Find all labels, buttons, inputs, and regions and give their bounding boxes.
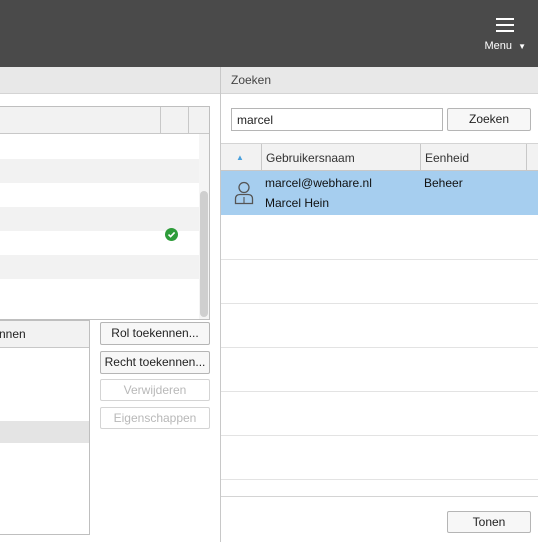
- menu-label: Menu: [484, 40, 512, 52]
- check-circle-icon: [165, 228, 178, 241]
- recht-toekennen-button[interactable]: Recht toekennen...: [100, 351, 210, 374]
- table-row[interactable]: [0, 159, 199, 183]
- roles-table-header[interactable]: nnen: [0, 321, 89, 348]
- sort-ascending-icon[interactable]: ▲: [236, 153, 244, 162]
- results-table-header: ▲ Gebruikersnaam Eenheid: [221, 143, 538, 171]
- result-row-empty: [221, 435, 538, 480]
- roles-table: nnen: [0, 320, 90, 535]
- search-panel-title: Zoeken: [231, 73, 272, 87]
- left-panel-header: [0, 67, 220, 94]
- rol-toekennen-button[interactable]: Rol toekennen...: [100, 322, 210, 345]
- verwijderen-button[interactable]: Verwijderen: [100, 379, 210, 401]
- hamburger-icon: [496, 18, 514, 32]
- result-row-selected[interactable]: marcel@webhare.nl Marcel Hein Beheer: [221, 171, 538, 215]
- roles-column-label: nnen: [0, 327, 26, 341]
- table-row[interactable]: [0, 183, 199, 207]
- search-button[interactable]: Zoeken: [447, 108, 531, 131]
- result-row-empty: [221, 259, 538, 304]
- eigenschappen-button[interactable]: Eigenschappen: [100, 407, 210, 429]
- result-row-empty: [221, 347, 538, 392]
- result-fullname: Marcel Hein: [265, 196, 330, 210]
- table-row[interactable]: [0, 279, 199, 303]
- menu-caret-icon: ▼: [518, 42, 526, 51]
- result-username: marcel@webhare.nl: [265, 176, 372, 190]
- search-input[interactable]: [231, 108, 443, 131]
- menu-button[interactable]: Menu ▼: [466, 14, 526, 58]
- rights-table: [0, 106, 210, 320]
- result-unit: Beheer: [424, 176, 463, 190]
- result-row-empty: [221, 215, 538, 260]
- top-bar: Menu ▼: [0, 0, 538, 67]
- result-row-empty: [221, 391, 538, 436]
- table-row-selected[interactable]: [0, 421, 89, 443]
- rights-table-header: [0, 107, 209, 134]
- column-header-unit[interactable]: Eenheid: [425, 151, 469, 165]
- tonen-button[interactable]: Tonen: [447, 511, 531, 533]
- column-header-username[interactable]: Gebruikersnaam: [266, 151, 355, 165]
- result-row-empty: [221, 303, 538, 348]
- user-icon: [234, 181, 254, 208]
- scrollbar-thumb[interactable]: [200, 191, 208, 317]
- search-panel-header: Zoeken: [221, 67, 538, 94]
- table-row[interactable]: [0, 255, 199, 279]
- table-row[interactable]: [0, 135, 199, 159]
